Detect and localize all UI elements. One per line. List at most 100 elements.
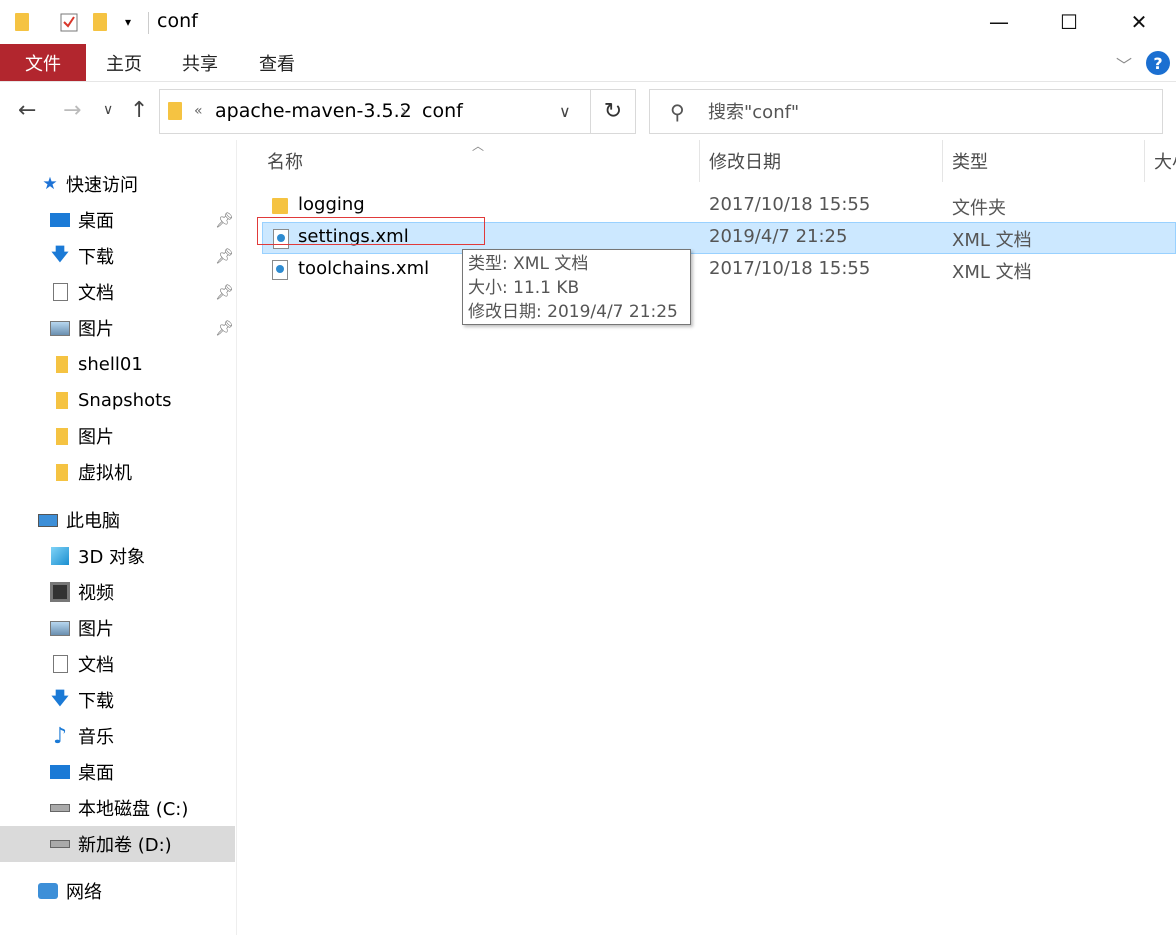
- folder-icon: [168, 102, 182, 120]
- sidebar-item-vm[interactable]: 虚拟机: [0, 454, 235, 490]
- column-header-modified[interactable]: 修改日期: [709, 140, 781, 182]
- sidebar-label: 虚拟机: [78, 463, 132, 484]
- sidebar-item-snapshots[interactable]: Snapshots: [0, 382, 235, 418]
- column-header-name[interactable]: 名称: [267, 140, 303, 182]
- tooltip-size: 大小: 11.1 KB: [468, 278, 580, 298]
- download-icon: 🡇: [51, 688, 69, 709]
- sidebar-item-documents[interactable]: 文档 📌︎: [0, 274, 235, 310]
- tab-view[interactable]: 查看: [249, 44, 305, 81]
- video-icon: [50, 582, 70, 602]
- sidebar-item-drive-c[interactable]: 本地磁盘 (C:): [0, 790, 235, 826]
- music-note-icon: ♪: [52, 723, 68, 749]
- sidebar-label: 桌面: [78, 211, 114, 232]
- search-input[interactable]: [708, 96, 1148, 128]
- star-icon: ★: [42, 174, 58, 194]
- title-bar: ▾ conf — ☐ ✕: [0, 0, 1176, 44]
- column-header-type[interactable]: 类型: [952, 140, 988, 182]
- window-title: conf: [157, 10, 198, 32]
- xml-file-icon: [272, 260, 288, 280]
- sidebar-item-music[interactable]: ♪ 音乐: [0, 718, 235, 754]
- divider: [148, 12, 149, 34]
- sidebar-item-videos[interactable]: 视频: [0, 574, 235, 610]
- sidebar-item-shell01[interactable]: shell01: [0, 346, 235, 382]
- properties-icon[interactable]: [58, 10, 80, 34]
- forward-arrow-icon[interactable]: →: [63, 98, 81, 123]
- sidebar-label: 图片: [78, 427, 114, 448]
- sidebar-label: 快速访问: [66, 175, 138, 196]
- pin-icon[interactable]: 📌︎: [215, 319, 234, 337]
- desktop-icon: [50, 763, 70, 781]
- document-icon: [50, 655, 70, 673]
- help-icon[interactable]: ?: [1146, 51, 1170, 75]
- sidebar-label: 图片: [78, 319, 114, 340]
- cube-icon: [50, 547, 70, 565]
- sidebar-item-desktop[interactable]: 桌面 📌︎: [0, 202, 235, 238]
- sidebar-item-documents-pc[interactable]: 文档: [0, 646, 235, 682]
- sidebar-label: 图片: [78, 619, 114, 640]
- sidebar-label: 3D 对象: [78, 547, 146, 568]
- sidebar-item-downloads-pc[interactable]: 🡇 下载: [0, 682, 235, 718]
- computer-icon: [38, 511, 58, 529]
- address-dropdown-icon[interactable]: ∨: [559, 102, 571, 121]
- sidebar-label: 文档: [78, 655, 114, 676]
- sidebar-item-pictures-folder[interactable]: 图片: [0, 418, 235, 454]
- address-bar[interactable]: « apache-maven-3.5.2 › conf ∨: [159, 89, 591, 134]
- customize-qa-icon[interactable]: ▾: [120, 10, 136, 34]
- pin-icon[interactable]: 📌︎: [215, 211, 234, 229]
- breadcrumb-apache-maven[interactable]: apache-maven-3.5.2: [215, 100, 412, 122]
- back-arrow-icon[interactable]: ←: [18, 98, 36, 123]
- column-divider[interactable]: [1144, 140, 1145, 182]
- sidebar-label: shell01: [78, 353, 143, 375]
- document-icon: [50, 283, 70, 301]
- sidebar-label: 文档: [78, 283, 114, 304]
- sidebar-network[interactable]: 网络: [0, 873, 235, 909]
- navigation-bar: ← → ∨ ↑ « apache-maven-3.5.2 › conf ∨ ↻ …: [0, 82, 1176, 140]
- minimize-button[interactable]: —: [964, 0, 1034, 44]
- file-row-toolchains[interactable]: toolchains.xml 2017/10/18 15:55 XML 文档: [262, 254, 1176, 286]
- tab-file[interactable]: 文件: [0, 44, 86, 81]
- sidebar-quick-access[interactable]: ★ 快速访问: [0, 166, 235, 202]
- breadcrumb-overflow[interactable]: «: [194, 103, 203, 119]
- refresh-button[interactable]: ↻: [591, 89, 636, 134]
- search-box[interactable]: ⚲: [649, 89, 1163, 134]
- close-button[interactable]: ✕: [1104, 0, 1174, 44]
- expand-ribbon-icon[interactable]: ﹀: [1116, 52, 1132, 76]
- sidebar-label: 视频: [78, 583, 114, 604]
- new-folder-icon[interactable]: [92, 10, 108, 34]
- sidebar-label: 桌面: [78, 763, 114, 784]
- column-header-size[interactable]: 大小: [1154, 140, 1176, 182]
- pin-icon[interactable]: 📌︎: [215, 247, 234, 265]
- sidebar-item-3d-objects[interactable]: 3D 对象: [0, 538, 235, 574]
- tooltip-modified: 修改日期: 2019/4/7 21:25: [468, 302, 678, 322]
- desktop-icon: [50, 211, 70, 229]
- sidebar-item-drive-d[interactable]: 新加卷 (D:): [0, 826, 235, 862]
- sidebar-label: 本地磁盘 (C:): [78, 799, 189, 820]
- pin-icon[interactable]: 📌︎: [215, 283, 234, 301]
- file-modified: 2017/10/18 15:55: [709, 194, 871, 215]
- ribbon-tabs: 文件 主页 共享 查看 ﹀ ?: [0, 44, 1176, 82]
- file-modified: 2017/10/18 15:55: [709, 258, 871, 279]
- highlight-box: [257, 217, 485, 245]
- sidebar-this-pc[interactable]: 此电脑: [0, 502, 235, 538]
- tab-home[interactable]: 主页: [96, 44, 152, 81]
- sort-ascending-icon: ︿: [472, 139, 485, 153]
- column-divider[interactable]: [942, 140, 943, 182]
- sidebar-label: 下载: [78, 691, 114, 712]
- maximize-button[interactable]: ☐: [1034, 0, 1104, 44]
- sidebar-item-desktop-pc[interactable]: 桌面: [0, 754, 235, 790]
- breadcrumb-conf[interactable]: conf: [422, 100, 463, 122]
- sidebar-label: 下载: [78, 247, 114, 268]
- column-divider[interactable]: [699, 140, 700, 182]
- picture-icon: [50, 619, 70, 637]
- breadcrumb-separator[interactable]: ›: [400, 100, 408, 122]
- sidebar-item-pictures[interactable]: 图片 📌︎: [0, 310, 235, 346]
- file-type: XML 文档: [952, 230, 1032, 251]
- sidebar-item-downloads[interactable]: 🡇 下载 📌︎: [0, 238, 235, 274]
- tooltip-type: 类型: XML 文档: [468, 254, 589, 274]
- tab-share[interactable]: 共享: [172, 44, 228, 81]
- file-name: toolchains.xml: [298, 258, 430, 279]
- picture-icon: [50, 319, 70, 337]
- sidebar-item-pictures-pc[interactable]: 图片: [0, 610, 235, 646]
- recent-locations-icon[interactable]: ∨: [103, 102, 113, 118]
- up-arrow-icon[interactable]: ↑: [130, 98, 148, 123]
